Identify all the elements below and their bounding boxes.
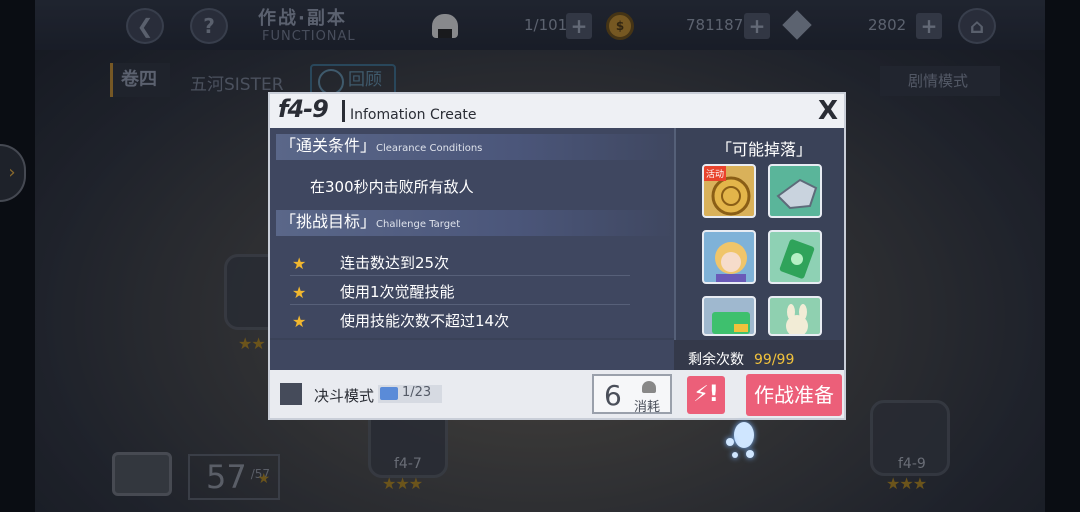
challenge-label: 「挑战目标」: [280, 212, 377, 231]
challenge-row: ★ 使用1次觉醒技能: [290, 277, 630, 305]
drops-panel: 「可能掉落」 活动: [674, 128, 844, 340]
duel-mode-label: 决斗模式: [314, 387, 375, 405]
duel-ticket-count: 1/23: [378, 385, 442, 403]
challenge-row: ★ 连击数达到25次: [290, 248, 630, 276]
panel-spacer: [270, 340, 674, 370]
conditions-panel: 「通关条件」Clearance Conditions 在300秒内击败所有敌人 …: [270, 128, 674, 338]
mecha-part-icon: [776, 178, 818, 210]
star-icon: ★: [292, 312, 307, 331]
dialog-title: Infomation Create: [350, 107, 477, 123]
green-card-icon: [779, 239, 815, 279]
cost-label: 消耗: [634, 400, 661, 415]
star-icon: ★: [292, 254, 307, 273]
challenge-text: 连击数达到25次: [340, 254, 450, 272]
star-icon: ★: [292, 283, 307, 302]
drops-title: 「可能掉落」: [716, 140, 813, 159]
drop-item[interactable]: [702, 230, 756, 284]
stamina-cost: 6 消耗: [592, 374, 672, 415]
clearance-header: 「通关条件」Clearance Conditions: [276, 134, 674, 160]
cost-value: 6: [604, 379, 622, 412]
touch-splash-effect: [722, 420, 758, 460]
remaining-label: 剩余次数: [688, 352, 744, 368]
drop-item[interactable]: 活动: [702, 164, 756, 218]
gold-card-icon: [712, 312, 750, 334]
challenge-text: 使用1次觉醒技能: [340, 283, 455, 301]
stamina-icon: [642, 381, 656, 393]
stage-info-dialog: f4-9 Infomation Create X 「通关条件」Clearance…: [268, 92, 846, 420]
quick-battle-icon: ⚡!: [693, 382, 719, 407]
close-button[interactable]: X: [818, 96, 838, 126]
stage-code: f4-9: [278, 95, 329, 123]
challenge-row: ★ 使用技能次数不超过14次: [290, 306, 630, 334]
dialog-footer: 决斗模式 1/23 6 消耗 ⚡! 作战准备: [270, 370, 844, 418]
drop-item[interactable]: [768, 164, 822, 218]
event-badge: 活动: [704, 166, 727, 181]
duel-mode-checkbox[interactable]: [280, 383, 302, 405]
drop-item[interactable]: [768, 230, 822, 284]
challenge-text: 使用技能次数不超过14次: [340, 312, 510, 330]
challenge-header: 「挑战目标」Challenge Target: [276, 210, 674, 236]
clearance-sub: Clearance Conditions: [376, 143, 483, 154]
battle-prepare-button[interactable]: 作战准备: [746, 374, 842, 416]
drop-item[interactable]: [768, 296, 822, 336]
dialog-header: f4-9 Infomation Create X: [270, 94, 844, 128]
remaining-attempts: 剩余次数 99/99: [674, 340, 844, 370]
rabbit-figure-icon: [786, 304, 808, 334]
drop-item[interactable]: [702, 296, 756, 336]
challenge-sub: Challenge Target: [376, 219, 461, 230]
clearance-label: 「通关条件」: [280, 136, 377, 155]
header-divider: [342, 100, 345, 122]
clear-condition: 在300秒内击败所有敌人: [310, 178, 474, 196]
remaining-value: 99/99: [754, 352, 795, 368]
character-portrait-icon: [715, 242, 747, 282]
quick-battle-button[interactable]: ⚡!: [687, 376, 725, 414]
